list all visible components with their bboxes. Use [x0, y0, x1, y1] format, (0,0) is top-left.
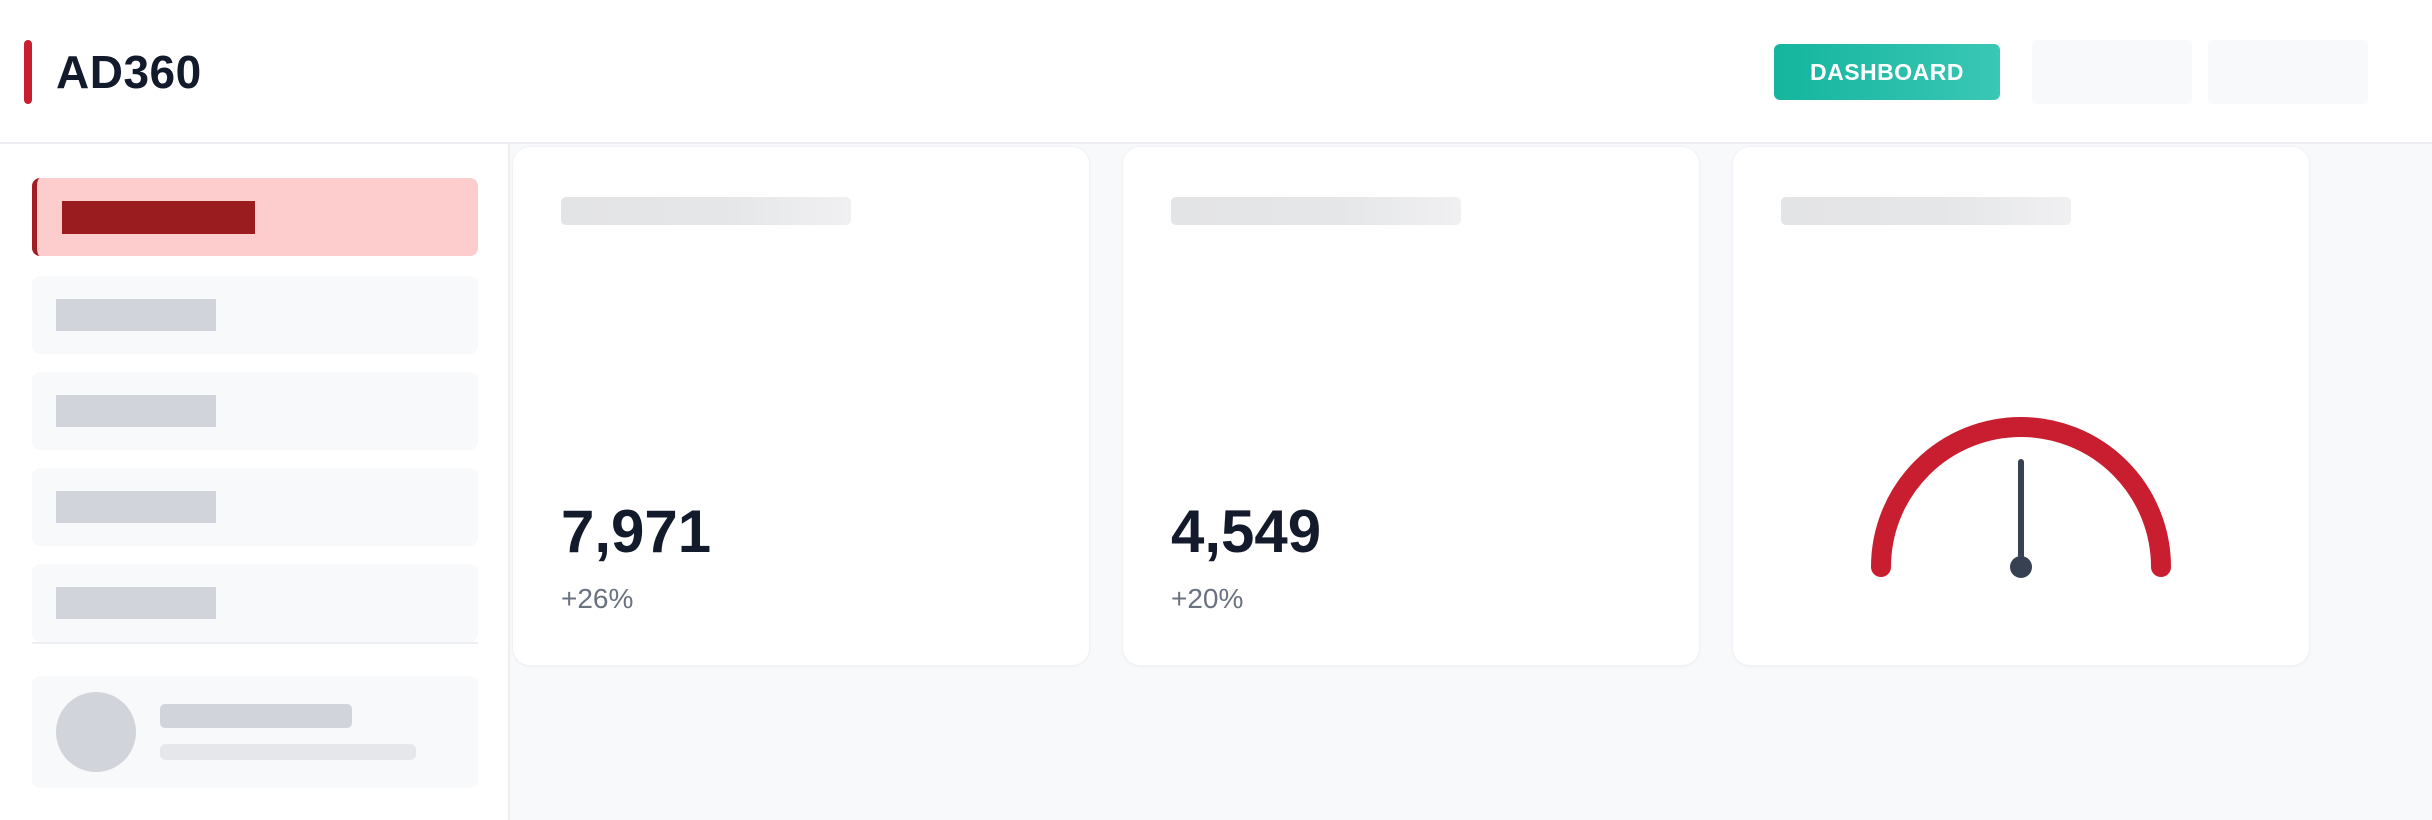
sidebar	[0, 144, 510, 820]
sidebar-item-label-placeholder	[62, 201, 255, 234]
card-title-placeholder	[1171, 197, 1461, 225]
profile-detail-placeholder	[160, 744, 416, 760]
metric-change: +20%	[1171, 583, 1244, 614]
sidebar-item-2[interactable]	[32, 276, 478, 354]
avatar	[56, 692, 136, 772]
card-title-placeholder	[1781, 197, 2071, 225]
app-logo-text: AD360	[56, 46, 202, 98]
metric-change: +26%	[561, 583, 634, 614]
header-placeholder-2[interactable]	[2208, 40, 2368, 104]
card-title-placeholder	[561, 197, 851, 225]
gauge-pivot	[2010, 556, 2032, 578]
brand-accent-bar	[24, 40, 32, 104]
sidebar-divider	[32, 642, 478, 644]
header-placeholder-1[interactable]	[2032, 40, 2192, 104]
sidebar-item-label-placeholder	[56, 299, 216, 331]
sidebar-item-label-placeholder	[56, 491, 216, 523]
dashboard-button[interactable]: DASHBOARD	[1774, 44, 2000, 100]
metric-card-2: 4,549 +20%	[1122, 146, 1700, 666]
gauge-card	[1732, 146, 2310, 666]
sidebar-item-3[interactable]	[32, 372, 478, 450]
sidebar-item-4[interactable]	[32, 468, 478, 546]
sidebar-item-active[interactable]	[32, 178, 478, 256]
sidebar-item-label-placeholder	[56, 395, 216, 427]
sidebar-item-5[interactable]	[32, 564, 478, 642]
metric-card-1: 7,971 +26%	[512, 146, 1090, 666]
metric-value: 4,549	[1171, 498, 1322, 565]
profile-name-placeholder	[160, 704, 352, 728]
sidebar-item-label-placeholder	[56, 587, 216, 619]
top-header: AD360 DASHBOARD	[0, 0, 2432, 144]
user-profile-card[interactable]	[32, 676, 478, 788]
metric-value: 7,971	[561, 498, 712, 565]
gauge-icon	[1871, 417, 2171, 578]
